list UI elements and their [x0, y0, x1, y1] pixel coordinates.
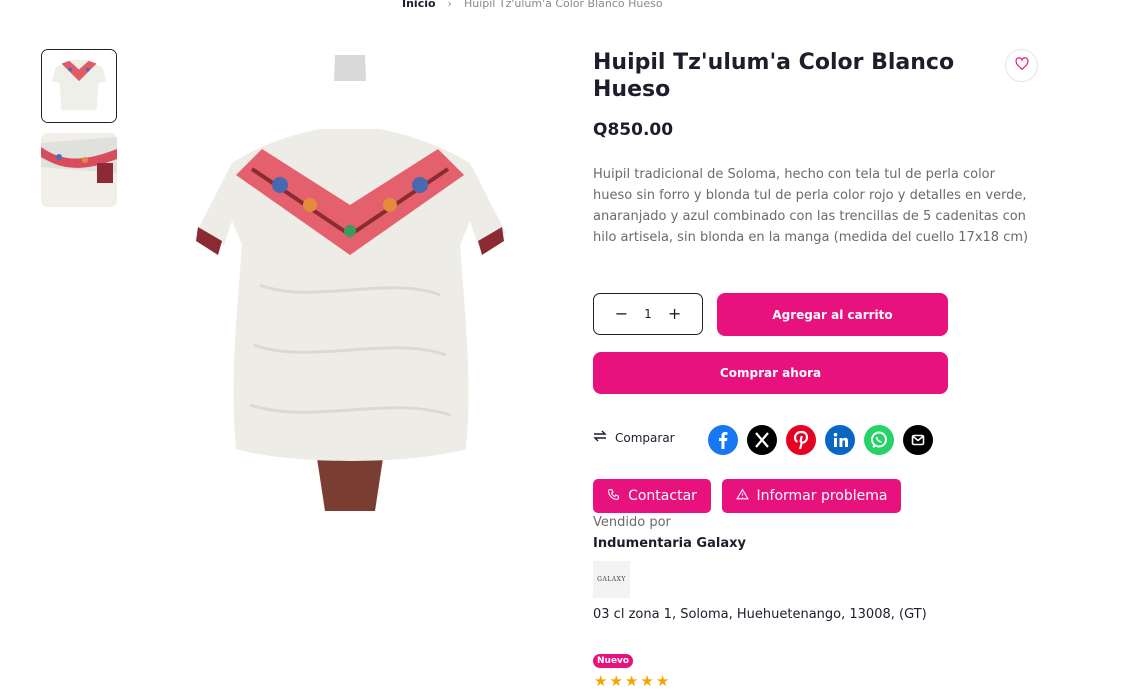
breadcrumb-current: Huipil Tz'ulum'a Color Blanco Hueso — [463, 0, 663, 10]
phone-icon — [607, 488, 620, 505]
product-price: Q850.00 — [593, 120, 674, 140]
vendor-logo[interactable]: GALAXY — [593, 561, 630, 598]
product-description: Huipil tradicional de Soloma, hecho con … — [593, 167, 1029, 245]
rating-stars: ★ ★ ★ ★ ★ — [594, 672, 669, 690]
star-icon: ★ — [609, 672, 623, 690]
star-icon: ★ — [655, 672, 670, 690]
star-icon: ★ — [640, 672, 654, 690]
heart-icon — [1014, 56, 1029, 75]
vendor-logo-text: GALAXY — [597, 576, 626, 583]
product-title: Huipil Tz'ulum'a Color Blanco Hueso — [593, 50, 955, 102]
vendor-name-link[interactable]: Indumentaria Galaxy — [593, 536, 746, 551]
compare-button[interactable]: Comparar — [593, 430, 675, 445]
social-share-list — [708, 425, 933, 455]
product-main-image[interactable] — [170, 45, 530, 511]
report-problem-label: Informar problema — [756, 488, 888, 504]
product-thumbnail-2[interactable] — [41, 133, 117, 207]
vendor-address: 03 cl zona 1, Soloma, Huehuetenango, 130… — [593, 607, 927, 622]
new-badge: Nuevo — [593, 654, 634, 668]
quantity-stepper: − 1 + — [593, 293, 703, 335]
whatsapp-share-icon[interactable] — [864, 425, 894, 455]
quantity-increase-button[interactable]: + — [668, 306, 681, 322]
linkedin-share-icon[interactable] — [825, 425, 855, 455]
pinterest-share-icon[interactable] — [786, 425, 816, 455]
sold-by-label: Vendido por — [593, 515, 671, 530]
breadcrumb-separator-icon: › — [447, 0, 452, 10]
product-thumbnail-1[interactable] — [41, 49, 117, 123]
add-to-cart-button[interactable]: Agregar al carrito — [717, 293, 948, 336]
contact-label: Contactar — [628, 488, 697, 504]
buy-now-button[interactable]: Comprar ahora — [593, 352, 948, 394]
star-icon: ★ — [594, 672, 608, 690]
warning-icon — [735, 488, 749, 505]
report-problem-button[interactable]: Informar problema — [722, 479, 901, 513]
star-icon: ★ — [624, 672, 639, 690]
breadcrumb-home-link[interactable]: Inicio — [402, 0, 436, 10]
quantity-value[interactable]: 1 — [644, 307, 652, 321]
email-share-icon[interactable] — [903, 425, 933, 455]
contact-button[interactable]: Contactar — [593, 479, 711, 513]
quantity-decrease-button[interactable]: − — [615, 306, 628, 322]
swap-arrows-icon — [593, 430, 607, 445]
wishlist-button[interactable] — [1005, 49, 1038, 82]
x-share-icon[interactable] — [747, 425, 777, 455]
compare-label: Comparar — [615, 430, 675, 445]
facebook-share-icon[interactable] — [708, 425, 738, 455]
breadcrumb: Inicio › Huipil Tz'ulum'a Color Blanco H… — [402, 0, 663, 13]
